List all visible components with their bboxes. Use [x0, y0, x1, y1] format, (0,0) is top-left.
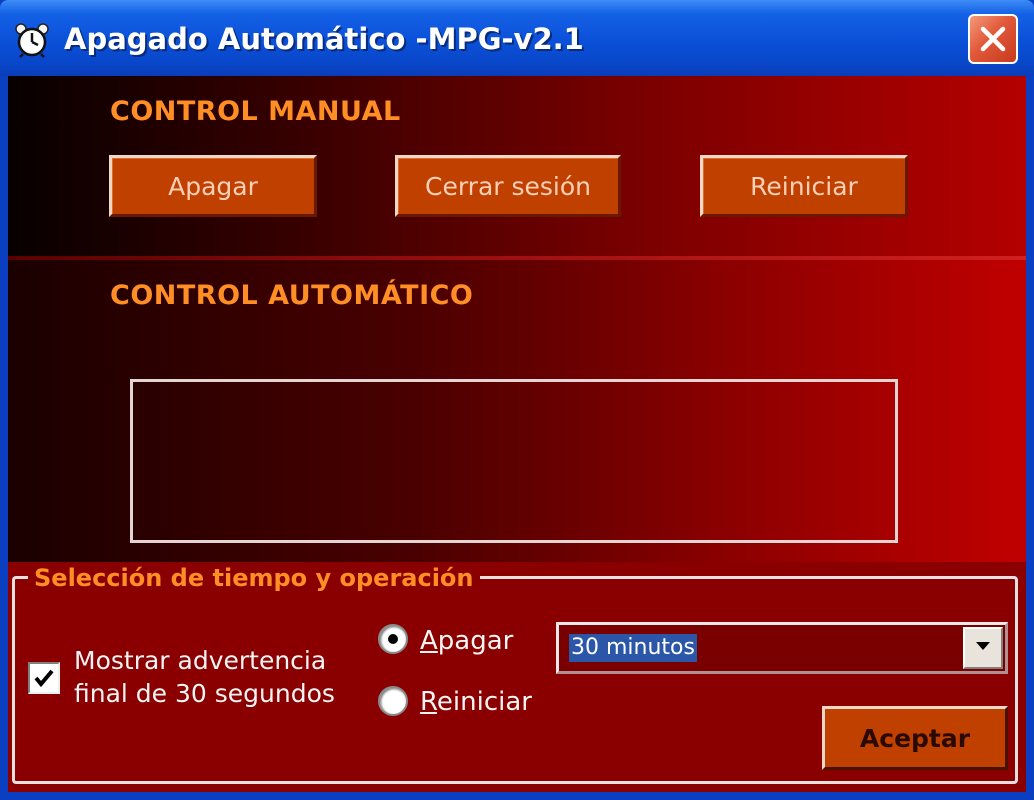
radio-shutdown[interactable]	[378, 624, 408, 654]
window-client-area: CONTROL MANUAL Apagar Cerrar sesión Rein…	[8, 76, 1026, 792]
warning-label-line2: final de 30 segundos	[74, 679, 335, 708]
manual-control-title: CONTROL MANUAL	[110, 96, 401, 127]
shutdown-button[interactable]: Apagar	[109, 155, 317, 217]
radio-shutdown-label[interactable]: Apagar	[420, 626, 513, 656]
chevron-down-icon	[976, 642, 990, 650]
radio-selected-dot	[388, 634, 398, 644]
alarm-clock-icon	[14, 22, 50, 58]
auto-control-title: CONTROL AUTOMÁTICO	[110, 280, 474, 311]
restart-button[interactable]: Reiniciar	[700, 155, 908, 217]
logoff-button[interactable]: Cerrar sesión	[395, 155, 621, 217]
window-title: Apagado Automático -MPG-v2.1	[64, 22, 584, 56]
close-button[interactable]	[968, 14, 1018, 64]
selection-group-legend: Selección de tiempo y operación	[28, 564, 480, 592]
checkmark-icon	[34, 669, 54, 688]
dropdown-button[interactable]	[963, 627, 1003, 669]
auto-control-panel: CONTROL AUTOMÁTICO	[8, 260, 1026, 562]
warning-label-line1: Mostrar advertencia	[74, 646, 327, 675]
close-icon	[980, 26, 1006, 52]
title-bar[interactable]: Apagado Automático -MPG-v2.1	[0, 0, 1034, 76]
time-select[interactable]: 30 minutos	[556, 622, 1008, 674]
countdown-display	[130, 379, 898, 543]
radio-restart-label[interactable]: Reiniciar	[420, 687, 532, 717]
warning-checkbox-label[interactable]: Mostrar advertencia final de 30 segundos	[74, 644, 374, 710]
warning-checkbox[interactable]	[28, 662, 60, 694]
time-select-value: 30 minutos	[569, 634, 697, 662]
radio-restart[interactable]	[378, 686, 408, 716]
manual-control-panel: CONTROL MANUAL Apagar Cerrar sesión Rein…	[8, 76, 1026, 256]
accept-button[interactable]: Aceptar	[822, 706, 1008, 770]
